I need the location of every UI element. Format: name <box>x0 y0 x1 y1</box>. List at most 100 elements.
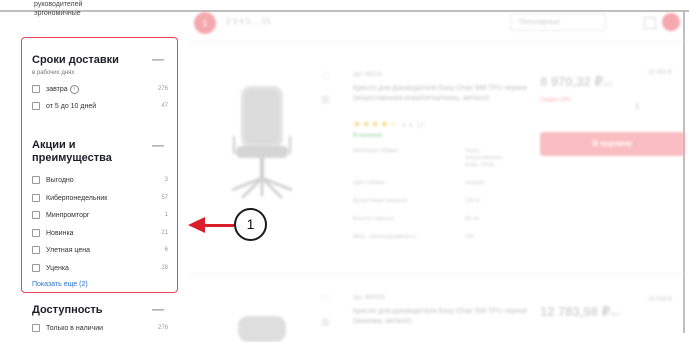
collapse-availability-icon[interactable]: — <box>152 302 164 316</box>
grid-view-icon[interactable] <box>644 17 656 29</box>
spec-row: Макс. грузоподъемность 120 <box>353 234 563 241</box>
spec-value: 46 см <box>465 216 480 222</box>
filter-option-count: 276 <box>157 86 168 92</box>
filter-option-label: Новинка <box>46 230 74 237</box>
spec-row: Допустимая нагрузка 120 кг <box>353 198 563 205</box>
filter-option-count: 276 <box>157 325 168 331</box>
checkbox[interactable] <box>32 194 40 202</box>
pagination-pages[interactable]: 2 3 4 5 ... 15 <box>226 17 270 26</box>
filter-option-count: 1 <box>164 212 168 218</box>
filter-option-label: Минпромторг <box>46 212 90 219</box>
filter-option-new[interactable]: Новинка 21 <box>32 228 168 240</box>
product-name[interactable]: Кресло для руководителя Easy Chair 595 T… <box>353 307 528 327</box>
spec-key: Цвет обивки <box>353 180 385 186</box>
divider <box>188 42 685 43</box>
spec-row: Материал обивки ткань, искусственная кожа… <box>353 148 563 168</box>
filter-option-label: Выгодно <box>46 177 74 184</box>
compare-icon[interactable]: ▥ <box>321 94 330 105</box>
filter-option-count: 6 <box>164 247 168 253</box>
checkbox[interactable] <box>32 102 40 110</box>
price-unit: /шт. <box>603 82 614 88</box>
rating-value: 4.4 <box>401 123 414 129</box>
collapse-promotions-icon[interactable]: — <box>152 138 164 152</box>
filter-option-cybermonday[interactable]: Киберпонедельник 57 <box>32 193 168 205</box>
prev-category-line1: руководителей <box>34 1 83 8</box>
availability-status: В наличии <box>353 133 383 139</box>
filter-option-minpromtorg[interactable]: Минпромторг 1 <box>32 210 168 222</box>
product-price: 12 783,98 ₽/шт. <box>540 304 621 320</box>
delivery-filter-subtitle: в рабочих днях <box>32 70 75 76</box>
delivery-filter-title[interactable]: Сроки доставки <box>32 54 119 67</box>
filter-option-5-10-days[interactable]: от 5 до 10 дней 47 <box>32 101 168 113</box>
divider <box>188 274 685 275</box>
filter-option-in-stock[interactable]: Только в наличии 276 <box>32 323 168 335</box>
reviews-count[interactable]: 17 <box>417 123 426 129</box>
show-more-link[interactable]: Показать еще (2) <box>32 281 88 288</box>
filter-option-label: Уценка <box>46 265 69 272</box>
collapse-delivery-icon[interactable]: — <box>152 52 164 66</box>
filter-option-discount[interactable]: Уценка 28 <box>32 263 168 275</box>
filter-option-count: 28 <box>161 265 168 271</box>
annotation-arrow-head <box>188 217 205 233</box>
checkbox[interactable] <box>32 229 40 237</box>
annotation-arrow-line <box>204 224 234 227</box>
favorite-icon[interactable]: ♡ <box>321 292 331 305</box>
filter-option-label: от 5 до 10 дней <box>46 103 97 110</box>
checkbox[interactable] <box>32 264 40 272</box>
checkbox[interactable] <box>32 176 40 184</box>
product-image-chair[interactable] <box>216 312 308 342</box>
availability-filter-title[interactable]: Доступность <box>32 304 103 316</box>
checkbox[interactable] <box>32 85 40 93</box>
add-to-cart-button[interactable]: В корзину <box>540 132 685 156</box>
old-price: 15 039 ₽ <box>648 297 672 303</box>
filter-option-vygodno[interactable]: Выгодно 3 <box>32 175 168 187</box>
promotions-title-line1: Акции и <box>32 139 76 151</box>
rating-stars: ★★★★☆ 4.4 17 <box>353 119 426 129</box>
compare-icon[interactable]: ▥ <box>321 317 330 328</box>
product-sku: арт. 968534 <box>353 295 385 301</box>
spec-value: черный <box>465 180 485 186</box>
spec-row: Цвет обивки черный <box>353 180 563 187</box>
pagination-current[interactable]: 1 <box>194 12 216 34</box>
annotation-callout: 1 <box>234 208 267 241</box>
filter-option-label: Улетная цена <box>46 247 91 254</box>
spec-value: ткань, искусственная кожа, сетка <box>465 148 503 168</box>
old-price: 10 493 ₽ <box>648 70 672 76</box>
filter-option-label: завтра <box>46 86 68 93</box>
price-unit: /шт. <box>610 312 621 318</box>
prev-category-line2: эргономичные <box>34 10 81 17</box>
previous-filter-text: руководителей эргономичные <box>34 0 154 17</box>
filter-option-great-price[interactable]: Улетная цена 6 <box>32 245 168 257</box>
spec-key: Материал обивки <box>353 148 398 154</box>
price-value: 12 783,98 ₽ <box>540 304 611 319</box>
page-frame: руководителей эргономичные Сроки доставк… <box>0 0 689 342</box>
spec-key: Высота сиденья <box>353 216 395 222</box>
filter-option-count: 57 <box>161 195 168 201</box>
spec-key: Допустимая нагрузка <box>353 198 408 204</box>
filter-option-count: 3 <box>164 177 168 183</box>
product-price: 8 970,32 ₽/шт. <box>540 74 614 90</box>
checkbox[interactable] <box>32 324 40 332</box>
product-image-chair[interactable] <box>216 76 308 204</box>
price-value: 8 970,32 ₽ <box>540 74 604 89</box>
product-listing: 1 2 3 4 5 ... 15 Популярные ♡ ▥ арт. 992… <box>188 12 685 342</box>
quantity-stepper[interactable]: 1 <box>635 102 639 111</box>
filter-option-count: 21 <box>161 230 168 236</box>
filter-option-tomorrow[interactable]: завтра i 276 <box>32 84 168 96</box>
sort-select[interactable]: Популярные <box>510 13 606 31</box>
filter-option-label: Киберпонедельник <box>46 195 108 202</box>
spec-value: 120 кг <box>465 198 481 204</box>
discount-note: Скидка 15% <box>540 97 571 103</box>
favorite-icon[interactable]: ♡ <box>321 70 331 83</box>
filter-option-label: Только в наличии <box>46 325 104 332</box>
spec-key: Макс. грузоподъемность <box>353 234 416 240</box>
list-view-icon[interactable] <box>662 13 680 31</box>
promotions-filter-title[interactable]: Акции и преимущества <box>32 139 112 165</box>
product-name[interactable]: Кресло для руководителя Easy Chair 588 T… <box>353 84 528 104</box>
filter-option-count: 47 <box>161 103 168 109</box>
checkbox[interactable] <box>32 246 40 254</box>
checkbox[interactable] <box>32 211 40 219</box>
promotions-title-line2: преимущества <box>32 152 112 164</box>
info-icon[interactable]: i <box>69 84 79 94</box>
product-sku: арт. 99214 <box>353 72 382 78</box>
